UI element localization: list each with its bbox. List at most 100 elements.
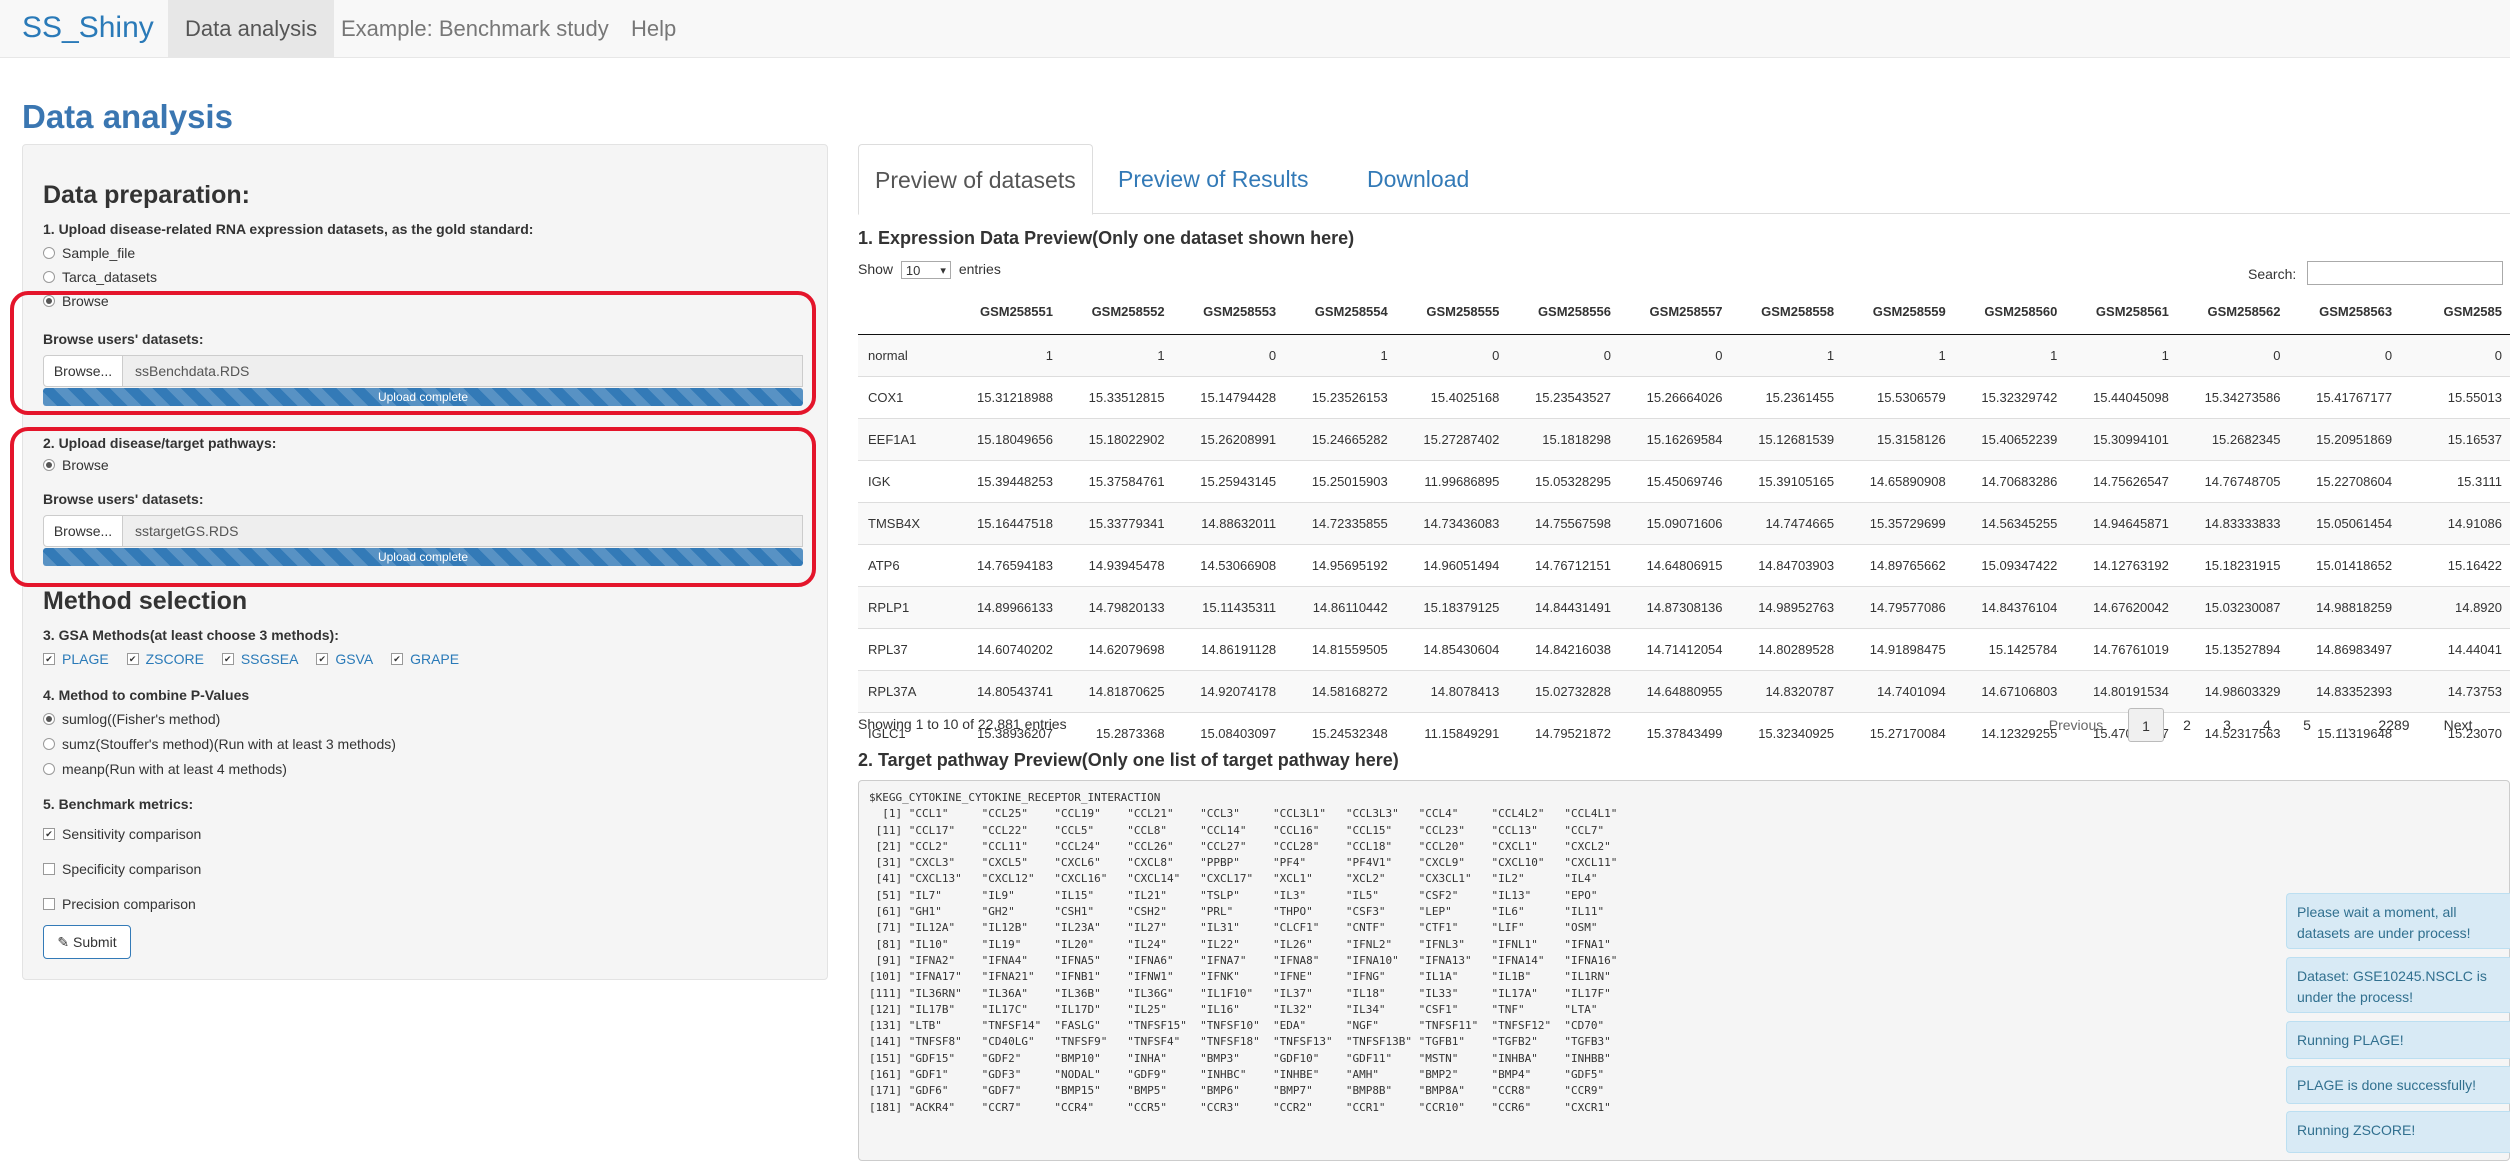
checkbox-sensitivity[interactable]: Sensitivity comparison: [43, 826, 201, 842]
browse-button-datasets[interactable]: Browse...: [43, 355, 123, 387]
tab-bar: Preview of datasets Preview of Results D…: [858, 144, 2510, 215]
table-cell: 1: [1842, 334, 1954, 376]
table-cell: 1: [1730, 334, 1843, 376]
pagination-page-3[interactable]: 3: [2210, 708, 2244, 742]
table-cell: 14.64880955: [1618, 669, 1731, 712]
table-cell: 1: [1953, 334, 2066, 376]
row-name-cell: EEF1A1: [858, 417, 950, 460]
table-cell: 15.24665282: [1284, 417, 1396, 460]
row-name-cell: IGK: [858, 459, 950, 502]
column-header[interactable]: GSM258554: [1284, 290, 1396, 335]
column-header[interactable]: GSM258561: [2065, 290, 2177, 335]
pathway-line: [141] "TNFSF8" "CD40LG" "TNFSF9" "TNFSF4…: [869, 1035, 1611, 1049]
table-cell: 15.14794428: [1172, 375, 1285, 418]
radio-browse-pathways[interactable]: Browse: [43, 457, 109, 473]
pagination-page-2[interactable]: 2: [2170, 708, 2204, 742]
pagination-page-5[interactable]: 5: [2290, 708, 2324, 742]
table-cell: 0: [2176, 334, 2289, 376]
column-header[interactable]: GSM258553: [1172, 290, 1285, 335]
submit-button[interactable]: ✎ Submit: [43, 925, 131, 959]
checkbox-checked-icon: [391, 653, 404, 666]
pagination-page-1[interactable]: 1: [2128, 708, 2164, 742]
table-cell: 14.98818259: [2288, 585, 2401, 628]
column-header[interactable]: GSM258552: [1060, 290, 1173, 335]
row-name-cell: normal: [858, 334, 950, 376]
file-name-datasets: ssBenchdata.RDS: [123, 355, 803, 387]
column-header[interactable]: GSM258551: [949, 290, 1061, 335]
table-cell: 15.25943145: [1172, 459, 1285, 502]
checkbox-grape[interactable]: GRAPE: [391, 651, 473, 667]
row-name-cell: RPL37A: [858, 669, 950, 712]
checkbox-checked-icon: [43, 653, 55, 666]
table-cell: 14.67620042: [2065, 585, 2177, 628]
nav-help[interactable]: Help: [614, 0, 693, 58]
pagination-page-last[interactable]: 2289: [2370, 708, 2418, 742]
pagination-page-4[interactable]: 4: [2250, 708, 2284, 742]
column-header[interactable]: GSM258563: [2288, 290, 2401, 335]
checkbox-ssgsea[interactable]: SSGSEA: [221, 651, 313, 667]
table-cell: 15.1425784: [1953, 627, 2066, 670]
radio-sumz[interactable]: sumz(Stouffer's method)(Run with at leas…: [43, 736, 396, 752]
checkbox-specificity[interactable]: Specificity comparison: [43, 861, 201, 877]
search-input[interactable]: [2307, 261, 2503, 285]
row-name-header[interactable]: [858, 290, 950, 335]
column-header[interactable]: GSM258555: [1395, 290, 1508, 335]
table-cell: 15.08403097: [1172, 711, 1285, 754]
table-cell: 14.76594183: [949, 543, 1061, 586]
table-cell: 14.84216038: [1507, 627, 1619, 670]
table-cell: 14.76712151: [1507, 543, 1619, 586]
pathway-line: [11] "CCL17" "CCL22" "CCL5" "CCL8" "CCL1…: [869, 823, 1605, 837]
browse-button-pathways[interactable]: Browse...: [43, 515, 123, 547]
checkbox-precision[interactable]: Precision comparison: [43, 896, 196, 912]
brand-link[interactable]: SS_Shiny: [22, 8, 154, 48]
column-header[interactable]: GSM258557: [1618, 290, 1731, 335]
upload-progress-datasets: Upload complete: [43, 388, 803, 406]
entries-select[interactable]: 10: [900, 261, 951, 280]
table-cell: 15.18379125: [1395, 585, 1508, 628]
column-header[interactable]: GSM258562: [2176, 290, 2289, 335]
checkbox-zscore[interactable]: ZSCORE: [126, 651, 218, 667]
column-header[interactable]: GSM258560: [1953, 290, 2066, 335]
table-cell: 14.72335855: [1284, 501, 1396, 544]
radio-sumlog[interactable]: sumlog((Fisher's method): [43, 711, 220, 727]
column-header[interactable]: GSM258558: [1730, 290, 1843, 335]
table-cell: 14.86110442: [1284, 585, 1396, 628]
table-info: Showing 1 to 10 of 22,881 entries: [858, 716, 1067, 732]
tab-preview-results[interactable]: Preview of Results: [1102, 144, 1324, 214]
table-cell: 15.16422: [2400, 543, 2510, 586]
data-preparation-heading: Data preparation:: [43, 181, 250, 209]
nav-benchmark-example[interactable]: Example: Benchmark study: [324, 0, 626, 58]
table-cell: 15.39105165: [1730, 459, 1843, 502]
radio-meanp[interactable]: meanp(Run with at least 4 methods): [43, 761, 287, 777]
table-cell: 15.13527894: [2176, 627, 2289, 670]
radio-tarca-datasets[interactable]: Tarca_datasets: [43, 269, 157, 285]
table-cell: 15.12681539: [1730, 417, 1843, 460]
radio-sample-file[interactable]: Sample_file: [43, 245, 135, 261]
pagination-next[interactable]: Next: [2432, 708, 2484, 742]
nav-data-analysis[interactable]: Data analysis: [168, 0, 335, 58]
table-cell: 14.79521872: [1507, 711, 1619, 754]
table-cell: 15.23526153: [1284, 375, 1396, 418]
tab-download[interactable]: Download: [1351, 144, 1485, 214]
pathway-line: [111] "IL36RN" "IL36A" "IL36B" "IL36G" "…: [869, 986, 1611, 1000]
pathway-output: $KEGG_CYTOKINE_CYTOKINE_RECEPTOR_INTERAC…: [858, 780, 2510, 1161]
table-cell: 15.37584761: [1060, 459, 1173, 502]
column-header[interactable]: GSM2585: [2400, 290, 2510, 335]
tab-preview-datasets[interactable]: Preview of datasets: [858, 144, 1093, 215]
checkbox-gsva[interactable]: GSVA: [316, 651, 387, 667]
table-cell: 0: [1395, 334, 1508, 376]
column-header[interactable]: GSM258556: [1507, 290, 1619, 335]
pathway-lines: [1] "CCL1" "CCL25" "CCL19" "CCL21" "CCL3…: [869, 806, 2499, 1116]
pagination-previous[interactable]: Previous: [2040, 708, 2112, 742]
radio-browse-datasets[interactable]: Browse: [43, 293, 109, 309]
entries-length-control: Show 10 entries: [858, 261, 1001, 280]
method-selection-heading: Method selection: [43, 587, 248, 615]
checkbox-plage[interactable]: PLAGE: [43, 651, 123, 667]
table-cell: 15.34273586: [2176, 375, 2289, 418]
table-cell: 15.24532348: [1284, 711, 1396, 754]
column-header[interactable]: GSM258559: [1842, 290, 1954, 335]
pathway-line: [91] "IFNA2" "IFNA4" "IFNA5" "IFNA6" "IF…: [869, 953, 1618, 967]
table-cell: 15.2361455: [1730, 375, 1843, 418]
table-cell: 14.79820133: [1060, 585, 1173, 628]
table-cell: 14.86983497: [2288, 627, 2401, 670]
